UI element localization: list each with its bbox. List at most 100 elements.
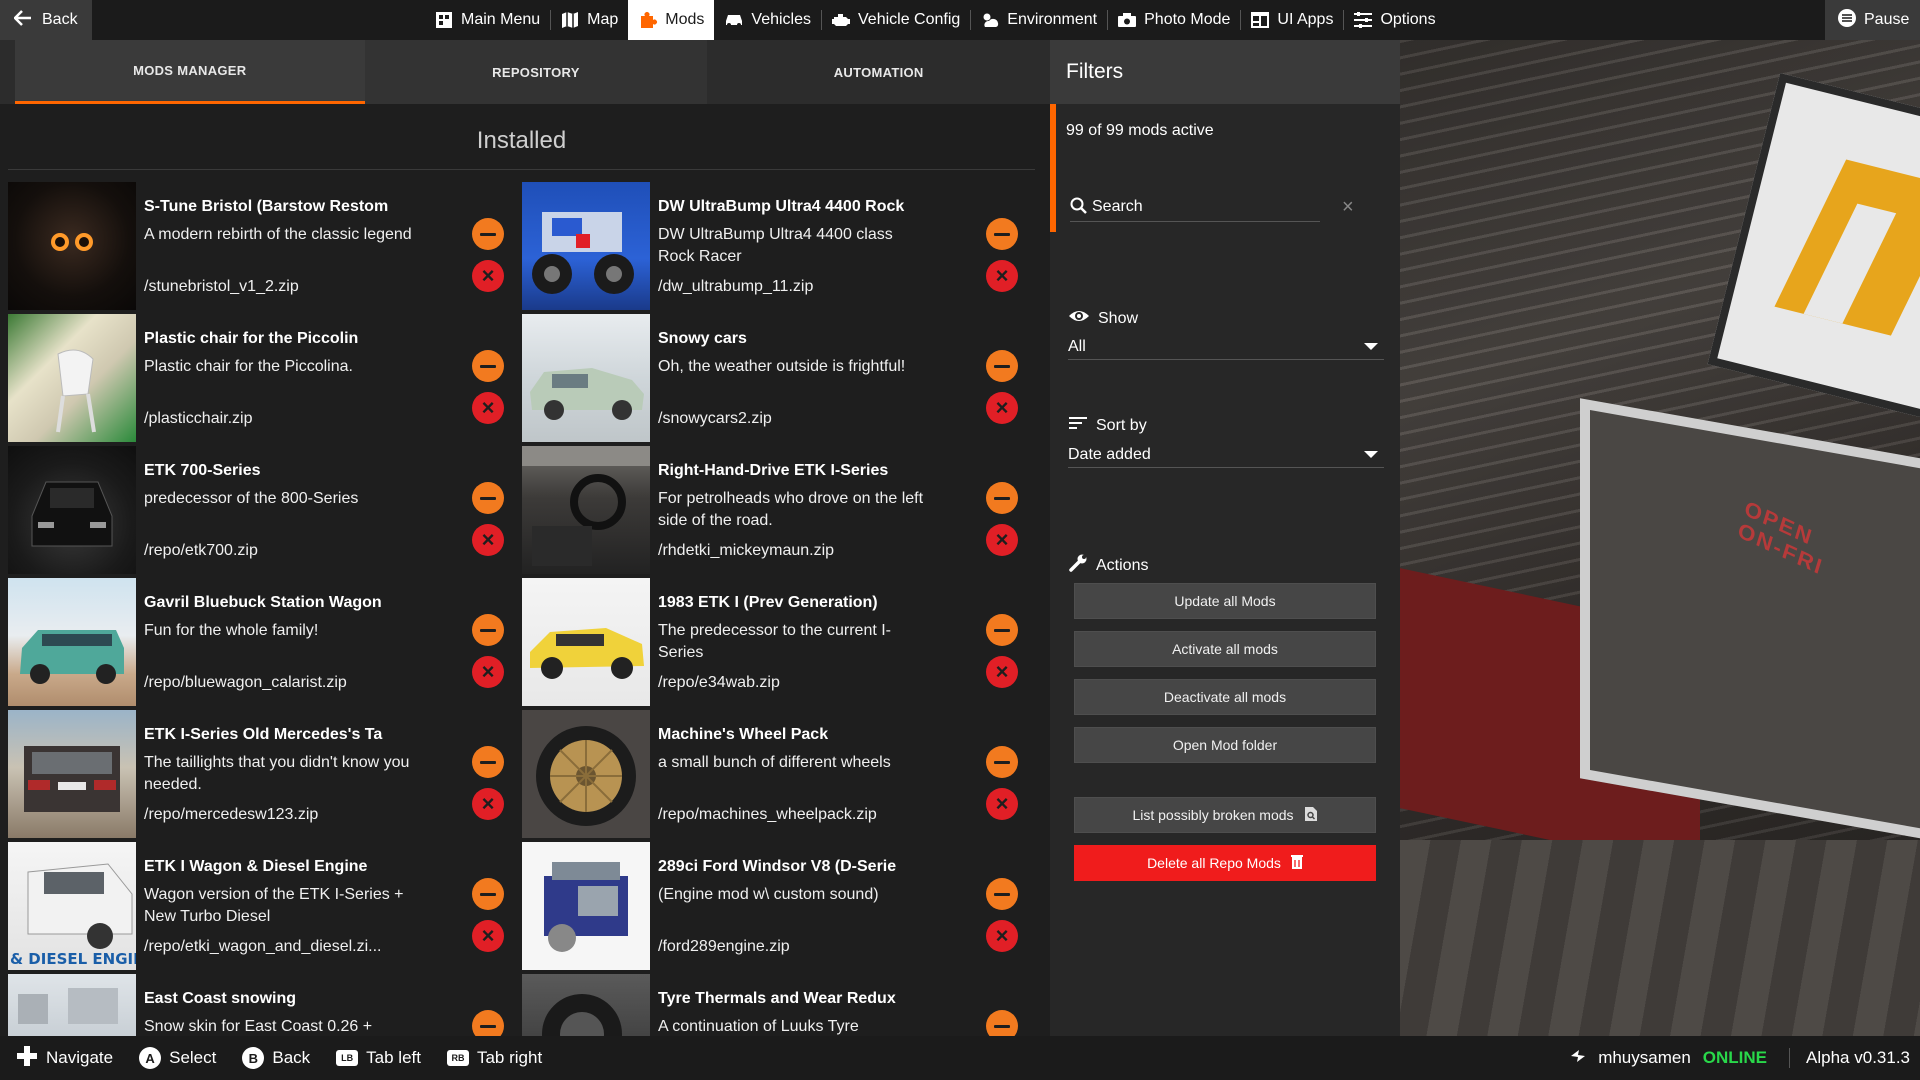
mod-card[interactable]: Right-Hand-Drive ETK I-Series For petrol… [522,444,1036,576]
delete-mod-button[interactable]: × [472,524,504,556]
mod-thumbnail-image [522,710,650,838]
pause-button[interactable]: Pause [1825,0,1920,40]
button-label: Deactivate all mods [1163,689,1287,705]
mod-thumbnail-image [8,446,136,574]
deactivate-all-mods-button[interactable]: Deactivate all mods [1074,679,1376,715]
mod-filename: /dw_ultrabump_11.zip [658,278,814,295]
tab-automation[interactable]: AUTOMATION [707,40,1050,104]
deactivate-mod-button[interactable] [986,1010,1018,1036]
mod-card[interactable]: East Coast snowing Snow skin for East Co… [8,972,522,1036]
hint-tab-right[interactable]: RB Tab right [446,1048,543,1068]
nav-options[interactable]: Options [1343,0,1445,40]
hint-tab-left[interactable]: LB Tab left [336,1048,421,1068]
deactivate-mod-button[interactable] [472,614,504,646]
delete-mod-button[interactable]: × [986,656,1018,688]
mod-card[interactable]: & DIESEL ENGINE ETK I Wagon & Diesel Eng… [8,840,522,972]
nav-vehicles[interactable]: Vehicles [714,0,821,40]
search-input[interactable] [1070,192,1320,222]
delete-mod-button[interactable]: × [986,524,1018,556]
nav-mods[interactable]: Mods [628,0,715,40]
activate-all-mods-button[interactable]: Activate all mods [1074,631,1376,667]
mod-filename: /snowycars2.zip [658,410,772,427]
deactivate-mod-button[interactable] [472,482,504,514]
clear-search-icon[interactable]: × [1342,196,1354,219]
delete-mod-button[interactable]: × [986,920,1018,952]
back-label: Back [42,11,78,28]
mod-card[interactable]: Plastic chair for the Piccolin Plastic c… [8,312,522,444]
back-button[interactable]: Back [0,0,92,40]
shop-logo [1774,159,1920,336]
deactivate-mod-button[interactable] [986,746,1018,778]
deactivate-mod-button[interactable] [986,614,1018,646]
delete-mod-button[interactable]: × [472,788,504,820]
nav-vehicle-config[interactable]: Vehicle Config [821,0,970,40]
mod-title: Tyre Thermals and Wear Redux [658,990,896,1007]
hint-select[interactable]: A Select [139,1047,216,1069]
deactivate-mod-button[interactable] [986,482,1018,514]
deactivate-mod-button[interactable] [472,878,504,910]
hint-back[interactable]: B Back [242,1047,310,1069]
deactivate-mod-button[interactable] [986,878,1018,910]
delete-all-repo-mods-button[interactable]: Delete all Repo Mods [1074,845,1376,881]
nav-map[interactable]: Map [550,0,628,40]
search-icon [1070,197,1088,220]
delete-mod-button[interactable]: × [472,656,504,688]
mod-card[interactable]: Machine's Wheel Pack a small bunch of di… [522,708,1036,840]
deactivate-mod-button[interactable] [472,1010,504,1036]
camera-icon [1117,11,1137,29]
ui-apps-icon [1250,11,1270,29]
deactivate-mod-button[interactable] [472,350,504,382]
mod-card[interactable]: DW UltraBump Ultra4 4400 Rock DW UltraBu… [522,180,1036,312]
deactivate-mod-button[interactable] [472,218,504,250]
installed-title: Installed [8,112,1035,170]
mod-title: S-Tune Bristol (Barstow Restom [144,198,389,215]
version-label: Alpha v0.31.3 [1789,1048,1920,1068]
mod-card[interactable]: ETK I-Series Old Mercedes's Ta The taill… [8,708,522,840]
main-menu-icon [434,11,454,29]
update-all-mods-button[interactable]: Update all Mods [1074,583,1376,619]
delete-mod-button[interactable]: × [986,260,1018,292]
mod-card[interactable]: S-Tune Bristol (Barstow Restom A modern … [8,180,522,312]
mod-title: East Coast snowing [144,990,297,1007]
delete-mod-button[interactable]: × [986,788,1018,820]
tab-mods-manager[interactable]: MODS MANAGER [15,40,365,104]
nav-environment[interactable]: Environment [970,0,1107,40]
mod-title: 1983 ETK I (Prev Generation) [658,594,878,611]
mod-card[interactable]: ETK 700-Series predecessor of the 800-Se… [8,444,522,576]
mod-card[interactable]: Gavril Bluebuck Station Wagon Fun for th… [8,576,522,708]
mod-filename: /repo/mercedesw123.zip [144,806,319,823]
list-broken-mods-button[interactable]: List possibly broken mods [1074,797,1376,833]
delete-mod-button[interactable]: × [472,392,504,424]
nav-main-menu[interactable]: Main Menu [424,0,550,40]
show-select[interactable]: All [1068,334,1384,360]
delete-mod-button[interactable]: × [986,392,1018,424]
mod-card[interactable]: Tyre Thermals and Wear Redux A continuat… [522,972,1036,1036]
mod-card[interactable]: Snowy cars Oh, the weather outside is fr… [522,312,1036,444]
pause-icon [1837,8,1857,33]
deactivate-mod-button[interactable] [472,746,504,778]
deactivate-mod-button[interactable] [986,218,1018,250]
mod-card[interactable]: 1983 ETK I (Prev Generation) The predece… [522,576,1036,708]
delete-mod-button[interactable]: × [472,260,504,292]
nav-photo-mode[interactable]: Photo Mode [1107,0,1240,40]
mod-description: Oh, the weather outside is frightful! [658,358,906,375]
show-select-value: All [1068,337,1086,355]
sort-label: Sort by [1096,416,1147,434]
open-mod-folder-button[interactable]: Open Mod folder [1074,727,1376,763]
mod-card[interactable]: 289ci Ford Windsor V8 (D-Serie (Engine m… [522,840,1036,972]
pause-label: Pause [1864,11,1910,28]
mod-description: Fun for the whole family! [144,622,319,639]
button-label: Open Mod folder [1172,737,1278,753]
mod-thumbnail-image [8,314,136,442]
mod-filename: /repo/bluewagon_calarist.zip [144,674,347,691]
nav-ui-apps[interactable]: UI Apps [1240,0,1343,40]
button-b-icon: B [242,1047,265,1069]
deactivate-mod-button[interactable] [986,350,1018,382]
tab-repository[interactable]: REPOSITORY [364,40,708,104]
nav-label: UI Apps [1277,11,1334,28]
hint-navigate[interactable]: Navigate [16,1045,113,1072]
hint-label: Tab right [476,1048,543,1067]
sort-select[interactable]: Date added [1068,442,1384,468]
delete-mod-button[interactable]: × [472,920,504,952]
mod-thumbnail-image [8,578,136,706]
